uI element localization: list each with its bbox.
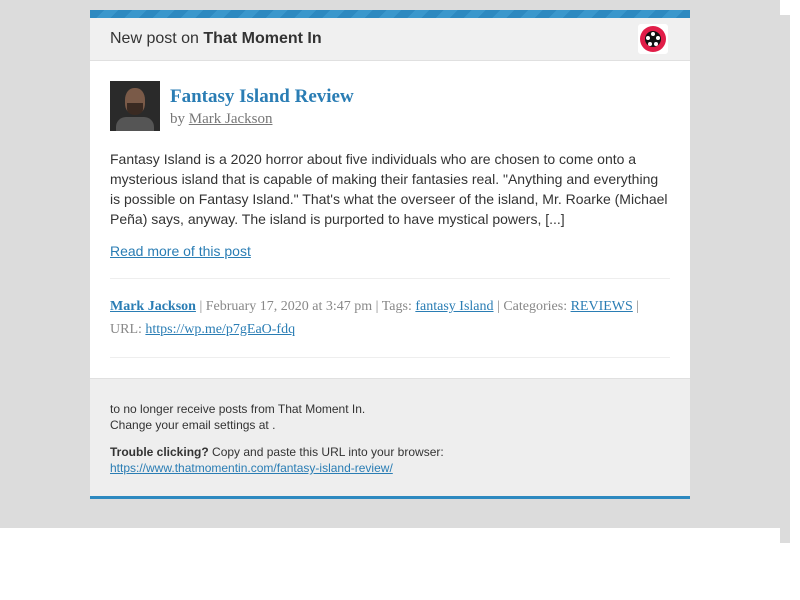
- meta-category-link[interactable]: REVIEWS: [571, 299, 633, 314]
- film-reel-icon[interactable]: [638, 24, 668, 54]
- bottom-bar: [90, 496, 690, 499]
- meta-author-link[interactable]: Mark Jackson: [110, 299, 196, 314]
- author-avatar[interactable]: [110, 81, 160, 131]
- trouble-text: Copy and paste this URL into your browse…: [212, 445, 444, 459]
- byline-label: by: [170, 111, 185, 127]
- email-footer: to no longer receive posts from That Mom…: [90, 378, 690, 496]
- unsubscribe-line: to no longer receive posts from That Mom…: [110, 402, 366, 416]
- post-byline: by Mark Jackson: [170, 111, 272, 128]
- top-stripe: [90, 10, 690, 18]
- byline-author-link[interactable]: Mark Jackson: [189, 111, 273, 127]
- email-card: New post on That Moment In Fantasy Islan…: [90, 10, 690, 499]
- meta-date: | February 17, 2020 at 3:47 pm | Tags:: [199, 299, 412, 314]
- settings-line: Change your email settings at .: [110, 418, 276, 432]
- header-prefix: New post on: [110, 30, 199, 47]
- meta-short-url-link[interactable]: https://wp.me/p7gEaO-fdq: [145, 322, 295, 337]
- email-header: New post on That Moment In: [90, 18, 690, 61]
- full-url-link[interactable]: https://www.thatmomentin.com/fantasy-isl…: [110, 461, 393, 475]
- read-more-link[interactable]: Read more of this post: [110, 243, 251, 259]
- post-title[interactable]: Fantasy Island Review: [170, 86, 354, 108]
- header-title: New post on That Moment In: [110, 30, 322, 48]
- post-excerpt: Fantasy Island is a 2020 horror about fi…: [110, 151, 668, 227]
- email-body: Fantasy Island Review by Mark Jackson Fa…: [90, 61, 690, 358]
- trouble-line: Trouble clicking? Copy and paste this UR…: [110, 444, 670, 460]
- page-background-strip: [780, 15, 790, 543]
- trouble-label: Trouble clicking?: [110, 445, 209, 459]
- post-meta: Mark Jackson | February 17, 2020 at 3:47…: [110, 278, 670, 358]
- meta-tag-link[interactable]: fantasy Island: [415, 299, 493, 314]
- site-name[interactable]: That Moment In: [203, 30, 321, 47]
- meta-categories-label: | Categories:: [497, 299, 568, 314]
- post-header: Fantasy Island Review by Mark Jackson: [110, 81, 670, 131]
